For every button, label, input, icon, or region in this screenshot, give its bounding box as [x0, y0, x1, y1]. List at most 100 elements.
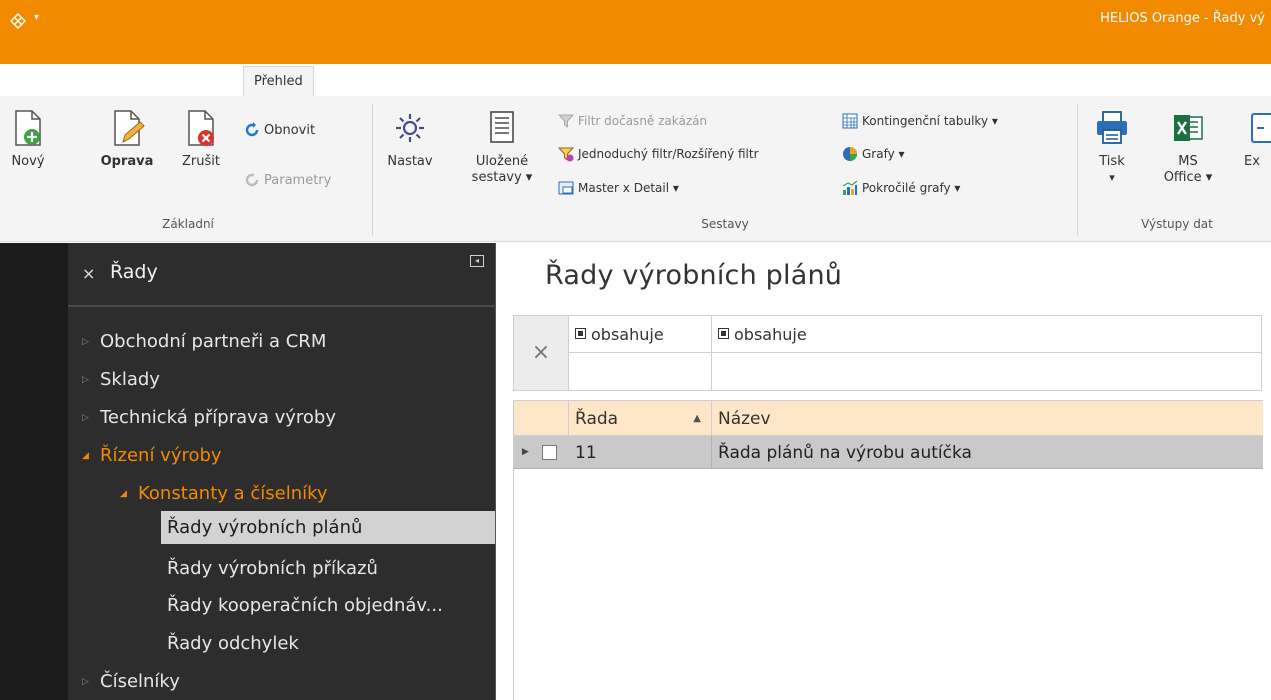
- pivot-table-icon: [842, 113, 858, 129]
- pie-chart-icon: [842, 146, 858, 162]
- tab-automat[interactable]: Automat: [139, 64, 215, 96]
- quick-access-dropdown-icon[interactable]: ▾: [34, 12, 39, 23]
- column-header-label: Název: [718, 409, 771, 429]
- nav-item-label: Řady kooperačních objednáv...: [167, 595, 443, 616]
- nav-header: × Řady ◂: [68, 243, 496, 307]
- nav-item-label: Řízení výroby: [100, 445, 222, 466]
- new-button[interactable]: Nový: [8, 108, 48, 169]
- filter-operator-label: obsahuje: [591, 325, 664, 344]
- print-button[interactable]: Tisk ▾: [1090, 108, 1134, 186]
- export-icon: [1248, 108, 1271, 148]
- nav-close-icon[interactable]: ×: [82, 264, 95, 283]
- parameters-button[interactable]: Parametry: [244, 172, 331, 188]
- nav-item-label: Sklady: [100, 369, 160, 390]
- table-row[interactable]: ▶ 11 Řada plánů na výrobu autíčka: [514, 436, 1263, 469]
- configure-button[interactable]: Nastav: [385, 108, 435, 169]
- cell-nazev[interactable]: Řada plánů na výrobu autíčka: [712, 436, 1263, 469]
- content-area: Řady výrobních plánů × obsahuje obsahuje…: [497, 243, 1271, 700]
- filter-disabled-button[interactable]: Filtr dočasně zakázán: [557, 113, 707, 129]
- tab-prehled[interactable]: Přehled: [243, 66, 314, 96]
- nav-item-sklady[interactable]: ▷ Sklady: [82, 363, 160, 396]
- master-detail-icon: [558, 180, 574, 196]
- filter-icon: [557, 146, 575, 162]
- ribbon-separator: [1077, 104, 1078, 236]
- nav-search-text[interactable]: Řady: [110, 261, 158, 283]
- cancel-button-label: Zrušit: [182, 154, 220, 169]
- tab-helios[interactable]: HELIOS: [28, 64, 96, 96]
- nav-item-label: Konstanty a číselníky: [138, 483, 328, 504]
- nav-item-technicka-priprava[interactable]: ▷ Technická příprava výroby: [82, 401, 336, 434]
- filter-input-rada[interactable]: [569, 353, 712, 390]
- charts-label: Grafy ▾: [862, 147, 905, 161]
- saved-reports-button[interactable]: Uložené sestavy ▾: [462, 108, 542, 186]
- filter-operator-label: obsahuje: [734, 325, 807, 344]
- advanced-charts-button[interactable]: Pokročilé grafy ▾: [842, 180, 960, 196]
- side-strip: [0, 243, 68, 700]
- nav-item-rady-kooperacnich[interactable]: Řady kooperačních objednáv...: [167, 589, 443, 622]
- nav-item-label: Obchodní partneři a CRM: [100, 331, 327, 352]
- edit-pencil-icon: [109, 108, 145, 148]
- collapse-arrow-icon: ◢: [120, 488, 127, 499]
- charts-button[interactable]: Grafy ▾: [842, 146, 905, 162]
- print-label: Tisk: [1099, 154, 1125, 169]
- gear-icon: [392, 108, 428, 148]
- ms-office-button[interactable]: MS Office ▾: [1158, 108, 1218, 186]
- cancel-document-icon: [183, 108, 219, 148]
- navigation-panel: × Řady ◂ ▷ Obchodní partneři a CRM ▷ Sklad…: [68, 243, 496, 700]
- pivot-tables-button[interactable]: Kontingenční tabulky ▾: [842, 113, 998, 129]
- nav-item-rizeni-vyroby[interactable]: ◢ Řízení výroby: [82, 439, 222, 472]
- simple-filter-label: Jednoduchý filtr/Rozšířený filtr: [578, 147, 759, 161]
- nav-item-obchodni-partneri[interactable]: ▷ Obchodní partneři a CRM: [82, 325, 326, 358]
- nav-item-rady-odchylek[interactable]: Řady odchylek: [167, 627, 299, 660]
- nav-item-label: Technická příprava výroby: [100, 407, 336, 428]
- column-header-rada[interactable]: Řada ▲: [569, 401, 712, 435]
- advanced-charts-label: Pokročilé grafy ▾: [862, 181, 961, 195]
- nav-item-rady-vyrobnich-planu[interactable]: Řady výrobních plánů: [161, 511, 495, 544]
- expand-arrow-icon: ▷: [82, 412, 89, 423]
- saved-reports-icon: [484, 108, 520, 148]
- ms-office-label-1: MS: [1178, 154, 1198, 169]
- print-dropdown-icon[interactable]: ▾: [1090, 170, 1134, 186]
- filter-operator-nazev[interactable]: obsahuje: [712, 316, 1261, 353]
- column-header-nazev[interactable]: Název: [712, 401, 1263, 435]
- new-document-icon: [10, 108, 46, 148]
- bar-chart-icon: [842, 180, 858, 196]
- parameters-icon: [244, 172, 260, 188]
- export-button[interactable]: Ex: [1240, 108, 1271, 170]
- operator-icon: [575, 328, 586, 339]
- master-detail-button[interactable]: Master x Detail ▾: [558, 180, 679, 196]
- refresh-button[interactable]: Obnovit: [244, 122, 315, 138]
- nav-item-konstanty[interactable]: ◢ Konstanty a číselníky: [120, 477, 328, 510]
- title-bar: ▾ HELIOS Orange - Řady vý: [0, 0, 1271, 64]
- tab-akce[interactable]: Akce: [352, 64, 404, 96]
- printer-icon: [1094, 108, 1130, 148]
- tab-system[interactable]: Systém: [433, 64, 501, 96]
- window-title: HELIOS Orange - Řady vý: [1100, 11, 1265, 26]
- row-current-indicator-icon: ▶: [522, 447, 529, 457]
- edit-button[interactable]: Oprava: [96, 108, 158, 169]
- clear-filter-icon[interactable]: ×: [514, 316, 569, 390]
- grid-header: Řada ▲ Název: [514, 400, 1263, 436]
- collapse-panel-icon[interactable]: ◂: [470, 255, 484, 267]
- expand-arrow-icon: ▷: [82, 374, 89, 385]
- filter-operator-rada[interactable]: obsahuje: [569, 316, 712, 353]
- cancel-button[interactable]: Zrušit: [176, 108, 226, 169]
- expand-arrow-icon: ▷: [82, 676, 89, 687]
- nav-item-ciselniky[interactable]: ▷ Číselníky: [82, 665, 180, 698]
- page-title: Řady výrobních plánů: [545, 260, 843, 291]
- ribbon-tabs: HELIOS Automat Přehled Akce Systém: [0, 64, 1271, 96]
- data-grid: Řada ▲ Název ▶ 11 Řada plánů na výrobu a…: [513, 400, 1263, 700]
- nav-item-rady-vyrobnich-prikazu[interactable]: Řady výrobních příkazů: [167, 552, 378, 585]
- cell-rada[interactable]: 11: [569, 436, 712, 469]
- nav-item-label: Číselníky: [100, 671, 180, 692]
- row-checkbox[interactable]: [542, 445, 557, 460]
- sort-ascending-icon: ▲: [693, 413, 701, 424]
- nav-item-label: Řady výrobních příkazů: [167, 558, 378, 579]
- grid-header-selector: [514, 401, 569, 435]
- simple-filter-button[interactable]: Jednoduchý filtr/Rozšířený filtr: [557, 146, 759, 162]
- filter-input-nazev[interactable]: [712, 353, 1261, 390]
- ms-office-label-2: Office ▾: [1163, 170, 1213, 185]
- master-detail-label: Master x Detail ▾: [578, 181, 679, 195]
- expand-arrow-icon: ▷: [82, 336, 89, 347]
- app-logo-icon[interactable]: [9, 12, 27, 30]
